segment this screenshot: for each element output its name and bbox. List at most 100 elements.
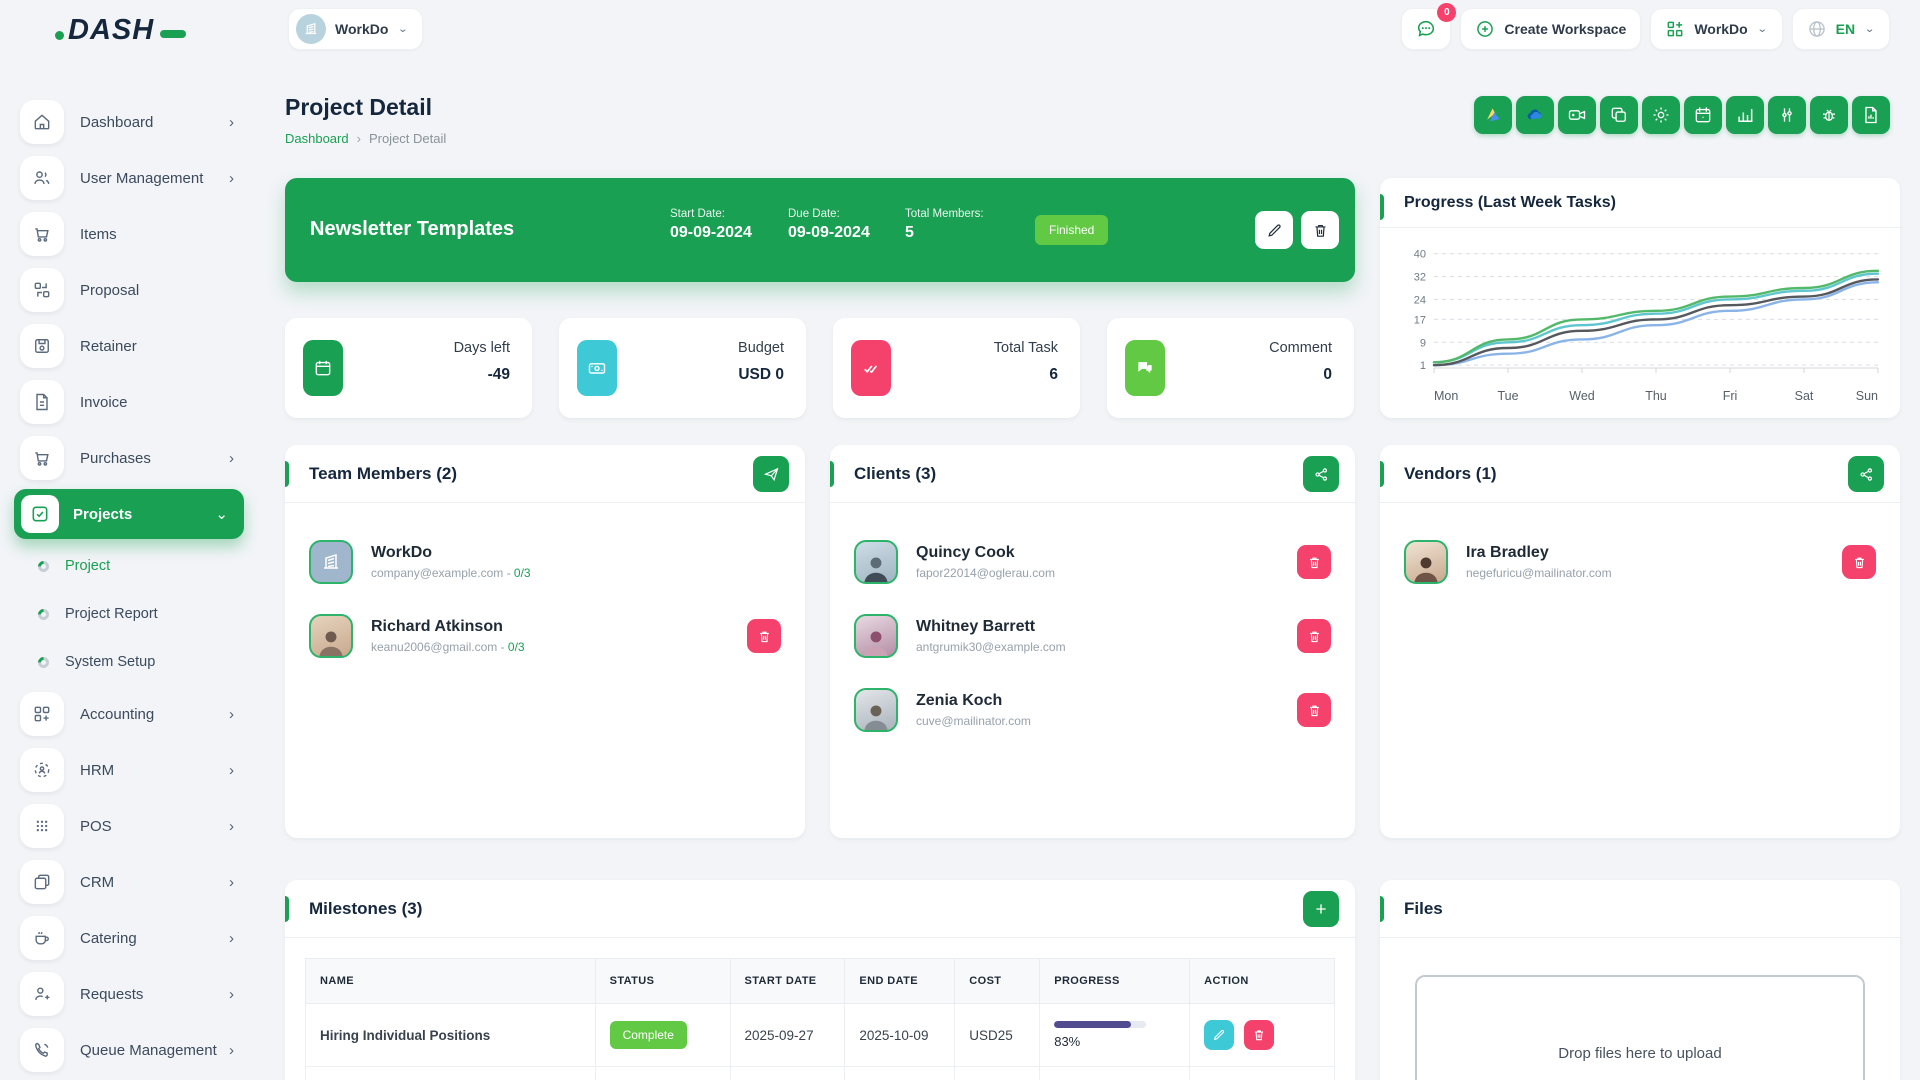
vendor-row: Ira Bradley negefuricu@mailinator.com — [1404, 525, 1876, 599]
start-date-value: 09-09-2024 — [670, 224, 752, 242]
delete-project-button[interactable] — [1301, 211, 1339, 249]
trash-icon — [1312, 222, 1329, 239]
share-clients-button[interactable] — [1303, 456, 1339, 492]
remove-member-button[interactable] — [747, 619, 781, 653]
create-workspace-button[interactable]: Create Workspace — [1460, 8, 1641, 50]
project-banner: Newsletter Templates Start Date: 09-09-2… — [285, 178, 1355, 282]
svg-text:Tue: Tue — [1497, 389, 1518, 403]
sidebar-item-requests[interactable]: Requests › — [0, 966, 258, 1022]
video-camera-button[interactable] — [1558, 96, 1596, 134]
edit-project-button[interactable] — [1255, 211, 1293, 249]
file-dropzone[interactable]: Drop files here to upload — [1415, 975, 1865, 1080]
sidebar-item-user-management[interactable]: User Management › — [0, 150, 258, 206]
dots-grid-icon — [20, 804, 64, 848]
files-title: Files — [1404, 899, 1443, 919]
stat-card-days-left: Days left -49 — [285, 318, 532, 418]
chevron-right-icon: › — [229, 762, 234, 779]
edit-milestone-button[interactable] — [1204, 1020, 1234, 1050]
team-member-row: WorkDo company@example.com - 0/3 — [309, 525, 781, 599]
sidebar-subitem-system-setup[interactable]: System Setup — [0, 638, 258, 686]
progress-bar-fill — [1054, 1021, 1130, 1028]
trash-icon — [1852, 555, 1867, 570]
progress-card-title: Progress (Last Week Tasks) — [1404, 194, 1616, 212]
avatar — [854, 614, 898, 658]
sidebar-item-dashboard[interactable]: Dashboard › — [0, 94, 258, 150]
breadcrumb-separator: › — [357, 131, 361, 146]
workspace-menu-button[interactable]: WorkDo ⌄ — [1650, 8, 1782, 50]
avatar — [1404, 540, 1448, 584]
check-square-icon — [21, 495, 59, 533]
svg-text:1: 1 — [1420, 360, 1426, 372]
chevron-down-icon: ⌄ — [215, 505, 228, 523]
person-photo — [314, 626, 348, 656]
language-selector[interactable]: EN ⌄ — [1792, 8, 1890, 50]
bug-button[interactable] — [1810, 96, 1848, 134]
page-title: Project Detail — [285, 94, 432, 121]
bar-chart-button[interactable] — [1726, 96, 1764, 134]
onedrive-button[interactable] — [1516, 96, 1554, 134]
google-drive-button[interactable] — [1474, 96, 1512, 134]
col-start-date: START DATE — [730, 959, 845, 1004]
sidebar-item-crm[interactable]: CRM › — [0, 854, 258, 910]
chat-badge: 0 — [1437, 3, 1456, 22]
stat-card-total-task: Total Task 6 — [833, 318, 1080, 418]
settings-button[interactable] — [1642, 96, 1680, 134]
sidebar-item-pos[interactable]: POS › — [0, 798, 258, 854]
sidebar-item-label: User Management — [80, 170, 203, 187]
remove-vendor-button[interactable] — [1842, 545, 1876, 579]
invite-member-button[interactable] — [753, 456, 789, 492]
remove-client-button[interactable] — [1297, 693, 1331, 727]
svg-text:Wed: Wed — [1569, 389, 1595, 403]
sidebar-item-queue-management[interactable]: Queue Management › — [0, 1022, 258, 1078]
copy-button[interactable] — [1600, 96, 1638, 134]
sidebar-item-items[interactable]: Items — [0, 206, 258, 262]
money-icon — [577, 340, 617, 396]
chevron-down-icon: ⌄ — [397, 23, 408, 36]
milestone-name: Communication Updates — [306, 1067, 596, 1080]
sidebar-subitem-project[interactable]: Project — [0, 542, 258, 590]
bullet-icon — [36, 558, 52, 574]
trash-icon — [1307, 629, 1322, 644]
sidebar-item-catering[interactable]: Catering › — [0, 910, 258, 966]
share-vendors-button[interactable] — [1848, 456, 1884, 492]
workspace-selector[interactable]: WorkDo ⌄ — [288, 8, 423, 50]
progress-line-chart: 4032241791MonTueWedThuFriSatSun — [1388, 234, 1892, 412]
sidebar-item-invoice[interactable]: Invoice — [0, 374, 258, 430]
workspace-selector-label: WorkDo — [335, 21, 388, 37]
sidebar-item-projects-active[interactable]: Projects ⌄ — [14, 489, 244, 539]
milestone-status-badge: Complete — [610, 1021, 687, 1049]
accent-bar — [1380, 461, 1384, 487]
sidebar-item-proposal[interactable]: Proposal — [0, 262, 258, 318]
vendors-title: Vendors (1) — [1404, 464, 1497, 484]
chevron-right-icon: › — [229, 986, 234, 1003]
total-members-value: 5 — [905, 224, 984, 242]
delete-milestone-button[interactable] — [1244, 1020, 1274, 1050]
milestone-row: Hiring Individual Positions Complete 202… — [306, 1004, 1335, 1067]
sliders-button[interactable] — [1768, 96, 1806, 134]
messenger-button[interactable]: 0 — [1401, 8, 1451, 50]
grid-plus-icon — [1665, 19, 1685, 39]
report-file-button[interactable] — [1852, 96, 1890, 134]
home-icon — [20, 100, 64, 144]
milestone-start: 2025-10-09 — [730, 1067, 845, 1080]
sidebar-item-retainer[interactable]: Retainer — [0, 318, 258, 374]
chevron-right-icon: › — [229, 874, 234, 891]
milestone-end: 2025-10-09 — [845, 1004, 955, 1067]
share-icon — [1858, 466, 1875, 483]
sidebar-item-hrm[interactable]: HRM › — [0, 742, 258, 798]
clients-title: Clients (3) — [854, 464, 936, 484]
sidebar-item-label: Dashboard — [80, 114, 153, 131]
remove-client-button[interactable] — [1297, 619, 1331, 653]
sidebar-item-accounting[interactable]: Accounting › — [0, 686, 258, 742]
pencil-icon — [1212, 1028, 1226, 1042]
remove-client-button[interactable] — [1297, 545, 1331, 579]
sidebar-item-purchases[interactable]: Purchases › — [0, 430, 258, 486]
cart-icon — [20, 212, 64, 256]
trash-icon — [1307, 703, 1322, 718]
sidebar-subitem-project-report[interactable]: Project Report — [0, 590, 258, 638]
calendar-button[interactable] — [1684, 96, 1722, 134]
proposal-icon — [20, 268, 64, 312]
save-icon — [20, 324, 64, 368]
breadcrumb-dashboard-link[interactable]: Dashboard — [285, 131, 349, 146]
add-milestone-button[interactable] — [1303, 891, 1339, 927]
